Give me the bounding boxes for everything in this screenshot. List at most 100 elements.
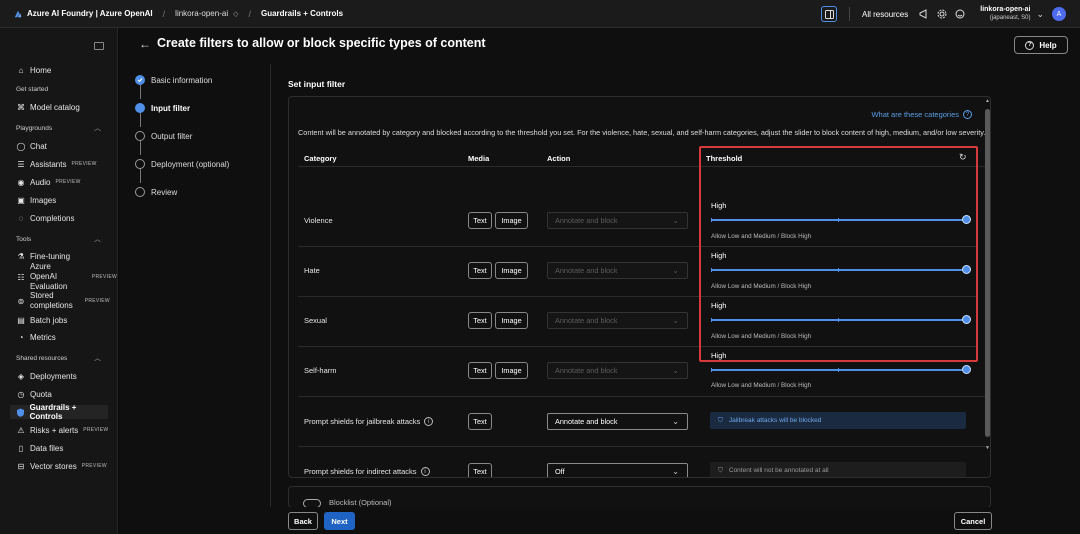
sidebar-item-data-files[interactable]: ▯ Data files <box>16 441 64 455</box>
slider-knob-hate[interactable] <box>961 265 971 274</box>
brand-label: Azure AI Foundry | Azure OpenAI <box>27 9 153 18</box>
account-info[interactable]: linkora-open-ai (japaneast, S0) <box>980 6 1030 22</box>
sidebar-item-label: Metrics <box>30 332 56 342</box>
sidebar-item-metrics[interactable]: ◔ Metrics <box>16 330 56 344</box>
scroll-up-icon[interactable]: ▲ <box>985 98 990 104</box>
slider-knob-sexual[interactable] <box>961 315 971 324</box>
info-icon[interactable]: i <box>420 467 430 476</box>
sidebar-item-vector-stores[interactable]: ⊟ Vector stores PREVIEW <box>16 459 107 473</box>
action-dropdown-self-harm[interactable]: Annotate and block ⌄ <box>547 362 688 379</box>
action-dropdown-violence[interactable]: Annotate and block ⌄ <box>547 212 688 229</box>
megaphone-icon[interactable] <box>918 8 930 20</box>
sidebar-item-stored-completions[interactable]: ⊚ Stored completions PREVIEW <box>16 290 110 312</box>
step-connector <box>139 139 141 155</box>
text-media-chip[interactable]: Text <box>468 413 492 430</box>
sidebar-item-risks[interactable]: ⚠ Risks + alerts PREVIEW <box>16 423 108 437</box>
scrollbar-thumb[interactable] <box>985 109 990 437</box>
sidebar-item-images[interactable]: ▣ Images <box>16 193 56 207</box>
info-icon[interactable]: i <box>424 417 434 426</box>
sidebar-item-completions[interactable]: ◌ Completions <box>16 211 75 225</box>
slider-tick <box>711 318 712 322</box>
step-label: Input filter <box>151 103 191 113</box>
filter-card: What are these categories? Content will … <box>288 96 991 478</box>
text-media-chip[interactable]: Text <box>468 212 492 229</box>
avatar[interactable]: A <box>1052 7 1066 21</box>
brand[interactable]: Azure AI Foundry | Azure OpenAI <box>0 9 153 18</box>
action-dropdown-sexual[interactable]: Annotate and block ⌄ <box>547 312 688 329</box>
text-media-chip[interactable]: Text <box>468 312 492 329</box>
dropdown-value: Off <box>555 467 565 476</box>
image-icon: ▣ <box>17 195 25 205</box>
image-media-chip[interactable]: Image <box>495 262 528 279</box>
sidebar-item-batch-jobs[interactable]: ▤ Batch jobs <box>16 313 67 327</box>
step-label: Output filter <box>151 131 193 141</box>
shield-icon: ⛉ <box>718 416 723 424</box>
chevron-up-icon[interactable]: ︿ <box>94 234 101 244</box>
content-scrollbar[interactable]: ▲ ▼ <box>985 98 990 473</box>
image-media-chip[interactable]: Image <box>495 212 528 229</box>
panel-icon <box>824 9 834 19</box>
what-are-these-categories-link[interactable]: What are these categories? <box>871 110 972 119</box>
project-selector[interactable]: linkora-open-ai ◇ <box>175 9 238 18</box>
metrics-icon: ◔ <box>18 332 24 342</box>
text-media-chip[interactable]: Text <box>468 262 492 279</box>
sidebar-item-quota[interactable]: ◷ Quota <box>16 387 52 401</box>
step-output-filter[interactable]: Output filter <box>135 131 192 141</box>
step-basic-information[interactable]: Basic information <box>135 75 212 85</box>
chevron-up-icon[interactable]: ︿ <box>94 123 101 133</box>
step-review[interactable]: Review <box>135 187 177 197</box>
action-dropdown-hate[interactable]: Annotate and block ⌄ <box>547 262 688 279</box>
category-violence: Violence <box>304 216 333 225</box>
sidebar-item-aoai-evaluation[interactable]: ☷ Azure OpenAI Evaluation PREVIEW <box>16 262 117 291</box>
text-media-chip[interactable]: Text <box>468 362 492 379</box>
panel-toggle-button[interactable] <box>821 6 838 22</box>
sidebar-item-model-catalog[interactable]: ⌘ Model catalog <box>16 100 80 114</box>
threshold-divider <box>701 296 976 297</box>
back-arrow-icon[interactable]: ← <box>139 37 151 51</box>
question-icon: ? <box>963 110 972 119</box>
dropdown-value: Annotate and block <box>555 316 618 325</box>
vector-store-icon: ⊟ <box>17 461 25 471</box>
footer-actions: Back Next Cancel <box>270 507 1080 534</box>
threshold-level-violence: High <box>711 201 727 210</box>
step-connector <box>139 167 141 183</box>
scroll-down-icon[interactable]: ▼ <box>985 445 990 451</box>
chevron-down-icon[interactable]: ⌄ <box>1036 9 1044 20</box>
action-dropdown-jailbreak[interactable]: Annotate and block ⌄ <box>547 413 688 430</box>
deployments-icon: ◈ <box>17 371 25 381</box>
sidebar-item-chat[interactable]: ◯ Chat <box>16 139 47 153</box>
sidebar-item-fine-tuning[interactable]: ⚗ Fine-tuning <box>16 249 70 263</box>
slider-knob-self-harm[interactable] <box>961 365 971 374</box>
text-media-chip[interactable]: Text <box>468 463 492 477</box>
steps-divider <box>270 64 271 534</box>
sidebar-item-assistants[interactable]: ☰ Assistants PREVIEW <box>16 157 97 171</box>
breadcrumb-page[interactable]: Guardrails + Controls <box>261 9 343 18</box>
indirect-status: ⛉ Content will not be annotated at all <box>710 462 966 477</box>
threshold-level-sexual: High <box>711 301 727 310</box>
smiley-icon[interactable] <box>954 8 966 20</box>
collapse-sidebar-icon[interactable] <box>94 42 104 50</box>
gear-icon[interactable] <box>936 8 948 20</box>
sidebar-item-home[interactable]: ⌂ Home <box>16 63 52 77</box>
cancel-button[interactable]: Cancel <box>954 512 992 530</box>
chevron-up-icon[interactable]: ︿ <box>94 353 101 363</box>
sidebar-item-deployments[interactable]: ◈ Deployments <box>16 369 77 383</box>
status-label: Jailbreak attacks will be blocked <box>728 417 822 424</box>
help-button[interactable]: ? Help <box>1014 36 1068 54</box>
back-button[interactable]: Back <box>288 512 318 530</box>
image-media-chip[interactable]: Image <box>495 312 528 329</box>
row-divider <box>298 296 699 297</box>
sidebar-item-audio[interactable]: ◉ Audio PREVIEW <box>16 175 81 189</box>
section-tools: Tools <box>16 236 32 243</box>
action-dropdown-indirect[interactable]: Off ⌄ <box>547 463 688 477</box>
all-resources-link[interactable]: All resources <box>862 10 908 19</box>
step-input-filter[interactable]: Input filter <box>135 103 190 113</box>
next-button[interactable]: Next <box>324 512 355 530</box>
sidebar-item-guardrails[interactable]: Guardrails + Controls <box>10 403 108 421</box>
quota-icon: ◷ <box>17 389 25 399</box>
step-deployment[interactable]: Deployment (optional) <box>135 159 229 169</box>
slider-knob-violence[interactable] <box>961 215 971 224</box>
image-media-chip[interactable]: Image <box>495 362 528 379</box>
slider-tick <box>838 368 839 372</box>
topbar-divider <box>849 7 851 21</box>
